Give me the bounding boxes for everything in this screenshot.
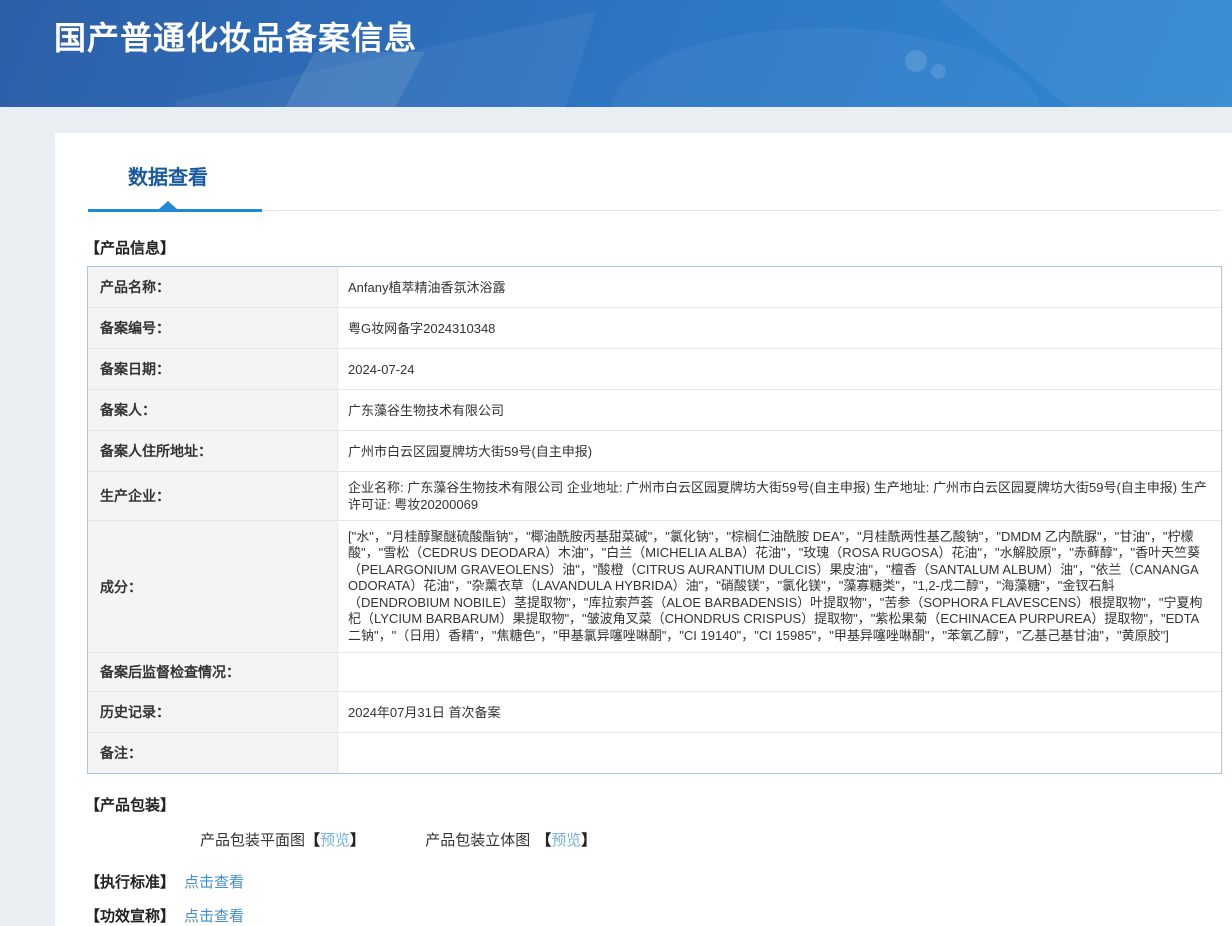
section-title-product-info: 【产品信息】 bbox=[85, 240, 176, 257]
content-panel: 数据查看 【产品信息】 产品名称： Anfany植萃精油香氛沐浴露 备案编号： … bbox=[55, 133, 1232, 926]
tab-underline-active bbox=[88, 209, 262, 212]
row-value: 2024-07-24 bbox=[348, 361, 415, 377]
packaging-flat-preview-link[interactable]: 预览 bbox=[320, 832, 350, 849]
standard-row: 【执行标准】 点击查看 bbox=[85, 871, 1232, 892]
row-label: 备注： bbox=[88, 733, 338, 773]
tab-underline bbox=[88, 201, 1222, 212]
tab-bar: 数据查看 bbox=[55, 161, 1232, 212]
bracket-open: 【 bbox=[536, 832, 552, 849]
row-label: 备案人住所地址： bbox=[88, 431, 338, 471]
packaging-stereo-label: 产品包装立体图 bbox=[425, 832, 531, 849]
row-value: 企业名称: 广东藻谷生物技术有限公司 企业地址: 广州市白云区园夏牌坊大街59号… bbox=[348, 480, 1207, 512]
row-label: 生产企业： bbox=[88, 472, 338, 520]
row-label: 备案后监督检查情况： bbox=[88, 653, 338, 691]
table-row: 备案后监督检查情况： bbox=[88, 652, 1221, 691]
efficacy-view-link[interactable]: 点击查看 bbox=[184, 908, 244, 925]
row-value: 2024年07月31日 首次备案 bbox=[348, 704, 501, 720]
packaging-stereo-item: 产品包装立体图 【预览】 bbox=[425, 829, 596, 850]
bracket-close: 】 bbox=[581, 832, 597, 849]
row-label: 成分： bbox=[88, 521, 338, 652]
row-label: 备案日期： bbox=[88, 349, 338, 389]
standard-view-link[interactable]: 点击查看 bbox=[184, 874, 244, 891]
packaging-flat-label: 产品包装平面图 bbox=[200, 832, 306, 849]
row-label: 备案编号： bbox=[88, 308, 338, 348]
table-row: 备案日期： 2024-07-24 bbox=[88, 348, 1221, 389]
row-value: ["水"，"月桂醇聚醚硫酸酯钠"，"椰油酰胺丙基甜菜碱"，"氯化钠"，"棕榈仁油… bbox=[348, 528, 1203, 643]
packaging-row: 产品包装平面图【预览】 产品包装立体图 【预览】 bbox=[200, 829, 1232, 850]
bracket-close: 】 bbox=[350, 832, 366, 849]
tab-data-view[interactable]: 数据查看 bbox=[128, 161, 208, 190]
section-title-efficacy: 【功效宣称】 bbox=[85, 908, 176, 925]
row-value: 广州市白云区园夏牌坊大街59号(自主申报) bbox=[348, 443, 593, 459]
table-row: 历史记录： 2024年07月31日 首次备案 bbox=[88, 691, 1221, 732]
bracket-open: 【 bbox=[305, 832, 321, 849]
table-row: 成分： ["水"，"月桂醇聚醚硫酸酯钠"，"椰油酰胺丙基甜菜碱"，"氯化钠"，"… bbox=[88, 520, 1221, 652]
table-row: 备注： bbox=[88, 732, 1221, 773]
banner-decoration-blob bbox=[610, 28, 1040, 107]
page-title: 国产普通化妆品备案信息 bbox=[54, 20, 418, 56]
tab-active-arrow-icon bbox=[159, 201, 177, 209]
table-row: 备案人住所地址： 广州市白云区园夏牌坊大街59号(自主申报) bbox=[88, 430, 1221, 471]
packaging-stereo-preview-link[interactable]: 预览 bbox=[551, 832, 581, 849]
product-info-table: 产品名称： Anfany植萃精油香氛沐浴露 备案编号： 粤G妆网备字202431… bbox=[87, 266, 1222, 774]
table-row: 备案编号： 粤G妆网备字2024310348 bbox=[88, 307, 1221, 348]
row-value bbox=[338, 733, 1221, 773]
row-label: 产品名称： bbox=[88, 267, 338, 307]
packaging-section: 【产品包装】 产品包装平面图【预览】 产品包装立体图 【预览】 bbox=[55, 794, 1232, 850]
packaging-flat-item: 产品包装平面图【预览】 bbox=[200, 829, 365, 850]
row-value: 粤G妆网备字2024310348 bbox=[348, 320, 496, 336]
table-row: 产品名称： Anfany植萃精油香氛沐浴露 bbox=[88, 267, 1221, 307]
row-label: 历史记录： bbox=[88, 692, 338, 732]
row-value: 广东藻谷生物技术有限公司 bbox=[348, 402, 505, 418]
section-title-packaging: 【产品包装】 bbox=[85, 797, 176, 814]
table-row: 备案人： 广东藻谷生物技术有限公司 bbox=[88, 389, 1221, 430]
header-banner: 国产普通化妆品备案信息 bbox=[0, 0, 1232, 107]
efficacy-row: 【功效宣称】 点击查看 bbox=[85, 905, 1232, 926]
row-value bbox=[338, 653, 1221, 691]
banner-decoration-circle bbox=[905, 50, 927, 72]
banner-decoration-circle bbox=[931, 64, 946, 79]
row-label: 备案人： bbox=[88, 390, 338, 430]
section-title-standard: 【执行标准】 bbox=[85, 874, 176, 891]
row-value: Anfany植萃精油香氛沐浴露 bbox=[348, 279, 506, 295]
table-row: 生产企业： 企业名称: 广东藻谷生物技术有限公司 企业地址: 广州市白云区园夏牌… bbox=[88, 471, 1221, 520]
